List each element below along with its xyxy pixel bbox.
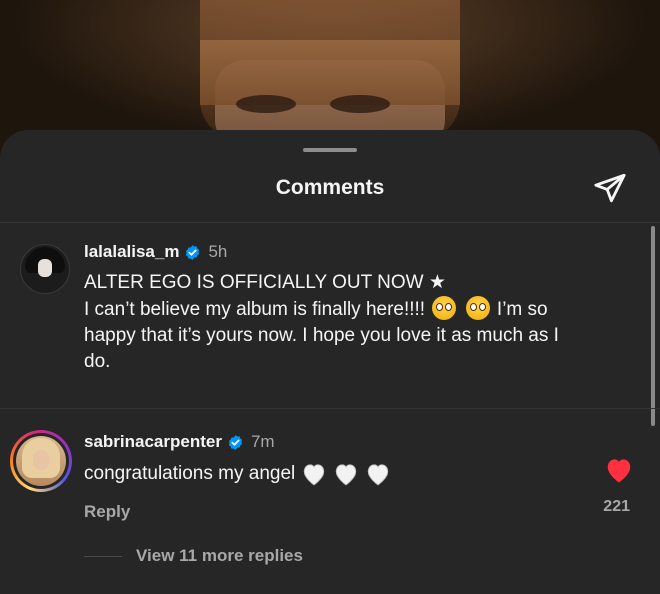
like-count: 221: [603, 498, 630, 515]
caption-text-part: I’m so: [491, 299, 548, 320]
story-ring-gap: [13, 433, 69, 489]
send-icon: [594, 173, 626, 203]
avatar-face: [33, 450, 49, 470]
heart-filled-icon: [607, 459, 631, 483]
caption-header: lalalalisa_m 5h: [84, 242, 227, 262]
verified-badge-icon: [228, 434, 243, 450]
avatar[interactable]: [20, 244, 70, 294]
story-ring[interactable]: [10, 430, 72, 492]
comment-username[interactable]: sabrinacarpenter: [84, 432, 222, 452]
scrollbar[interactable]: [651, 226, 655, 426]
white-heart-icon: [368, 464, 389, 486]
caption-line: happy that it’s yours now. I hope you lo…: [84, 325, 559, 346]
share-button[interactable]: [588, 168, 632, 208]
comment-header: sabrinacarpenter 7m: [84, 432, 275, 452]
comment-text: congratulations my angel: [84, 462, 397, 486]
emoji-group: [301, 462, 397, 486]
caption-text: ALTER EGO IS OFFICIALLY OUT NOW ★ I can’…: [84, 270, 640, 375]
reply-button[interactable]: Reply: [84, 502, 130, 522]
caption-username[interactable]: lalalalisa_m: [84, 242, 179, 262]
comments-sheet: Comments lalalalisa_m 5h ALTER EGO IS OF…: [0, 130, 660, 594]
comment-timestamp: 7m: [250, 432, 275, 451]
comment-item: sabrinacarpenter 7m congratulations my a…: [10, 430, 650, 540]
white-heart-icon: [304, 464, 325, 486]
sheet-title: Comments: [275, 176, 385, 199]
caption-divider: [0, 408, 660, 409]
pleading-face-icon: [465, 296, 490, 320]
caption-line: I can’t believe my album is finally here…: [84, 296, 640, 323]
comment-text-content: congratulations my angel: [84, 463, 296, 484]
caption-line: do.: [84, 351, 111, 372]
post-background-photo: [0, 0, 660, 150]
view-more-replies-label: View 11 more replies: [136, 546, 303, 565]
avatar: [16, 436, 66, 486]
photo-fringe: [200, 40, 460, 105]
white-heart-icon: [336, 464, 357, 486]
avatar-face: [38, 259, 52, 277]
view-more-replies-button[interactable]: View 11 more replies: [84, 546, 303, 566]
caption-text-part: I can’t believe my album is finally here…: [84, 299, 431, 320]
pleading-face-icon: [432, 296, 457, 320]
header-divider: [0, 222, 660, 223]
like-button[interactable]: [604, 456, 634, 484]
verified-badge-icon: [186, 244, 200, 260]
photo-eye-left: [236, 95, 296, 113]
caption-line: ALTER EGO IS OFFICIALLY OUT NOW ★: [84, 272, 446, 293]
sheet-drag-handle[interactable]: [303, 148, 357, 152]
replies-divider-line: [84, 555, 122, 557]
caption-timestamp: 5h: [208, 242, 228, 261]
photo-eye-right: [330, 95, 390, 113]
